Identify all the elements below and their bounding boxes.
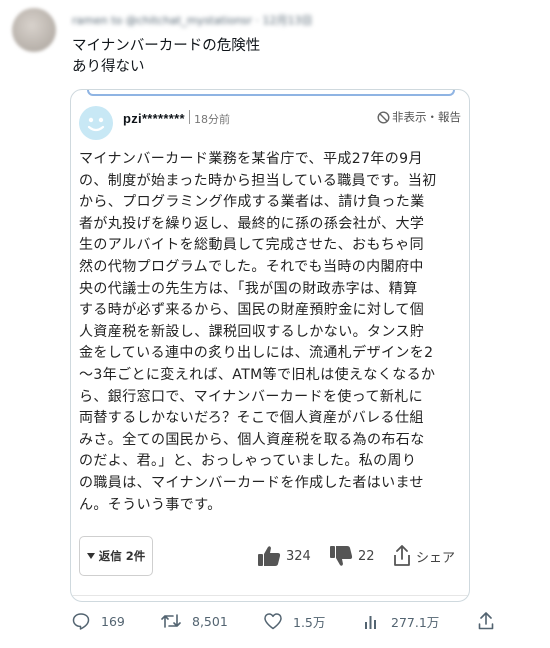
replies-toggle-label: 返信 2件 xyxy=(98,549,146,563)
tweet-text: マイナンバーカードの危険性 あり得ない xyxy=(72,36,502,78)
thumbs-down-icon xyxy=(330,546,353,566)
heart-icon xyxy=(264,613,282,630)
hide-report-link[interactable]: 非表示・報告 xyxy=(377,109,461,125)
dislike-count: 22 xyxy=(358,548,375,564)
tweet-text-line2: あり得ない xyxy=(72,59,145,75)
comment-body: マイナンバーカード業務を某省庁で、平成27年の9月 の、制度が始まった時から担当… xyxy=(79,151,437,513)
share-button[interactable]: シェア xyxy=(393,545,455,567)
comment-time: 18分前 xyxy=(194,113,230,126)
dislike-button[interactable]: 22 xyxy=(329,545,375,567)
tweet: ramen to @chitchat_mystationsr · 12月13日 … xyxy=(0,0,550,648)
reply-icon xyxy=(72,613,90,630)
views-button[interactable]: 277.1万 xyxy=(364,612,439,631)
card-footer-divider xyxy=(71,595,469,596)
tweet-header-blurred: ramen to @chitchat_mystationsr · 12月13日 xyxy=(72,14,313,27)
commenter-username[interactable]: pzi******** xyxy=(123,111,185,126)
caret-down-icon xyxy=(86,553,95,559)
views-count: 277.1万 xyxy=(391,615,440,630)
prohibited-icon xyxy=(377,110,390,124)
author-avatar[interactable] xyxy=(12,8,56,52)
share-icon xyxy=(394,545,410,566)
reply-count: 169 xyxy=(101,613,125,629)
upload-share-icon xyxy=(478,612,494,630)
retweet-count: 8,501 xyxy=(192,613,228,629)
views-icon xyxy=(365,615,376,629)
reply-button[interactable]: 169 xyxy=(72,612,125,630)
like-count: 324 xyxy=(286,548,311,564)
commenter-avatar xyxy=(79,106,113,140)
like-tweet-button[interactable]: 1.5万 xyxy=(264,612,325,631)
retweet-button[interactable]: 8,501 xyxy=(161,612,228,630)
card-top-edge xyxy=(87,90,455,96)
hide-report-label: 非表示・報告 xyxy=(392,110,461,124)
like-tweet-count: 1.5万 xyxy=(293,615,326,630)
embedded-screenshot-card[interactable]: pzi******** 18分前 非表示・報告 マイナンバーカード業務を某省庁で… xyxy=(70,89,470,602)
replies-toggle-button[interactable]: 返信 2件 xyxy=(79,536,153,576)
separator xyxy=(189,110,190,124)
share-label: シェア xyxy=(416,550,456,566)
share-tweet-button[interactable] xyxy=(478,612,494,630)
tweet-text-line1: マイナンバーカードの危険性 xyxy=(72,38,261,54)
thumbs-up-icon xyxy=(258,546,281,566)
retweet-icon xyxy=(161,614,181,628)
like-button[interactable]: 324 xyxy=(257,545,311,567)
